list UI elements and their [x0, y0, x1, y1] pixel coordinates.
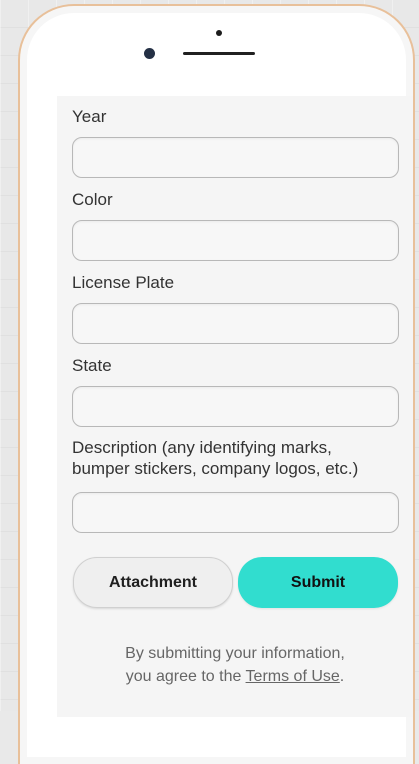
state-input[interactable] [72, 386, 399, 427]
attachment-button[interactable]: Attachment [73, 557, 233, 608]
speaker-icon [183, 52, 255, 55]
submit-button[interactable]: Submit [238, 557, 398, 608]
terms-suffix-text: . [339, 668, 345, 685]
sensor-dot-icon [216, 30, 222, 36]
camera-icon [144, 48, 155, 59]
license-plate-label: License Plate [72, 273, 175, 292]
color-label: Color [72, 190, 113, 209]
terms-of-use-link[interactable]: Terms of Use [246, 668, 340, 685]
license-plate-input[interactable] [72, 303, 399, 344]
terms-notice-line-1: By submitting your information, [125, 645, 345, 662]
state-label: State [72, 356, 112, 375]
terms-notice: By submitting your information, you agre… [57, 642, 413, 688]
color-input[interactable] [72, 220, 399, 261]
terms-prefix-text: you agree to the [125, 668, 246, 685]
phone-top-bezel [20, 6, 413, 94]
vehicle-form-screen: Year Color License Plate State Descripti… [57, 96, 413, 717]
description-input[interactable] [72, 492, 399, 533]
year-label: Year [72, 107, 107, 126]
terms-notice-line-2: you agree to the Terms of Use. [57, 665, 413, 688]
description-label: Description (any identifying marks, bump… [72, 438, 359, 478]
year-input[interactable] [72, 137, 399, 178]
phone-frame: Year Color License Plate State Descripti… [18, 4, 415, 764]
